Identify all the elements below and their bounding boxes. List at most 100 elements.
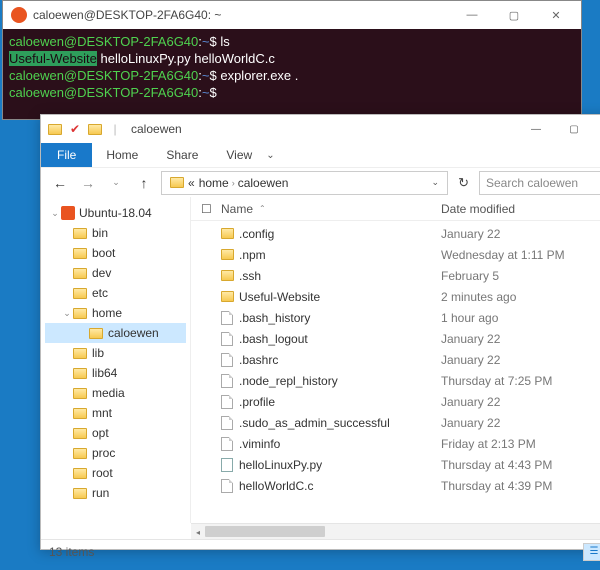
nav-history-button[interactable]: ⌄ — [105, 172, 127, 194]
qat-folder-icon[interactable] — [87, 121, 103, 137]
address-bar[interactable]: « home › caloewen ⌄ — [161, 171, 448, 195]
ribbon-home-tab[interactable]: Home — [92, 144, 152, 166]
file-row[interactable]: .bash_logoutJanuary 22 — [191, 328, 600, 349]
ribbon-view-tab[interactable]: View — [212, 144, 266, 166]
refresh-button[interactable]: ↻ — [454, 175, 473, 191]
explorer-title: caloewen — [131, 122, 182, 136]
file-icon — [221, 353, 233, 367]
ribbon: File Home Share View ⌄ ? — [41, 143, 600, 167]
file-row[interactable]: helloLinuxPy.pyThursday at 4:43 PM — [191, 454, 600, 475]
folder-icon — [73, 288, 87, 299]
tree-item-bin[interactable]: bin — [45, 223, 186, 243]
file-date: Thursday at 7:25 PM — [441, 374, 600, 388]
explorer-window: ✔ | caloewen — ▢ ✕ File Home Share View … — [40, 114, 600, 550]
close-button[interactable]: ✕ — [539, 5, 573, 25]
tree-item-dev[interactable]: dev — [45, 263, 186, 283]
file-icon — [221, 416, 233, 430]
maximize-button[interactable]: ▢ — [497, 5, 531, 25]
file-pane: ☐ Name⌃ Date modified .configJanuary 22.… — [191, 197, 600, 523]
file-date: Friday at 2:13 PM — [441, 437, 600, 451]
breadcrumb-root[interactable]: « — [188, 176, 195, 190]
app-icon — [47, 121, 63, 137]
column-name[interactable]: Name — [221, 202, 253, 216]
folder-icon — [89, 328, 103, 339]
chevron-down-icon[interactable]: ⌄ — [49, 208, 61, 219]
details-view-button[interactable]: ☰ — [583, 543, 600, 561]
ribbon-share-tab[interactable]: Share — [152, 144, 212, 166]
tree-item-root[interactable]: root — [45, 463, 186, 483]
close-button[interactable]: ✕ — [593, 116, 600, 142]
file-row[interactable]: .configJanuary 22 — [191, 223, 600, 244]
file-row[interactable]: helloWorldC.cThursday at 4:39 PM — [191, 475, 600, 496]
breadcrumb-seg[interactable]: home — [199, 176, 229, 190]
folder-icon — [73, 388, 87, 399]
address-bar-row: ← → ⌄ ↑ « home › caloewen ⌄ ↻ Search cal… — [41, 167, 600, 197]
tree-item-mnt[interactable]: mnt — [45, 403, 186, 423]
file-row[interactable]: .bashrcJanuary 22 — [191, 349, 600, 370]
folder-icon — [221, 228, 234, 239]
file-icon — [221, 437, 233, 451]
folder-icon — [73, 248, 87, 259]
file-name: helloLinuxPy.py — [239, 458, 441, 472]
file-icon — [221, 332, 233, 346]
file-row[interactable]: .viminfoFriday at 2:13 PM — [191, 433, 600, 454]
file-row[interactable]: .sudo_as_admin_successfulJanuary 22 — [191, 412, 600, 433]
terminal-titlebar[interactable]: caloewen@DESKTOP-2FA6G40: ~ — ▢ ✕ — [3, 1, 581, 29]
column-headers[interactable]: ☐ Name⌃ Date modified — [191, 197, 600, 221]
file-date: January 22 — [441, 353, 600, 367]
file-name: .bash_logout — [239, 332, 441, 346]
maximize-button[interactable]: ▢ — [555, 116, 593, 142]
file-row[interactable]: .profileJanuary 22 — [191, 391, 600, 412]
folder-icon — [73, 448, 87, 459]
file-date: Thursday at 4:43 PM — [441, 458, 600, 472]
file-name: .npm — [239, 248, 441, 262]
minimize-button[interactable]: — — [455, 5, 489, 25]
terminal-body[interactable]: caloewen@DESKTOP-2FA6G40:~$ ls Useful-We… — [3, 29, 581, 119]
file-date: January 22 — [441, 395, 600, 409]
qat-check-icon[interactable]: ✔ — [67, 121, 83, 137]
item-count: 13 items — [49, 545, 94, 559]
chevron-down-icon[interactable]: ⌄ — [61, 308, 73, 319]
explorer-titlebar[interactable]: ✔ | caloewen — ▢ ✕ — [41, 115, 600, 143]
folder-icon — [221, 291, 234, 302]
file-name: .ssh — [239, 269, 441, 283]
status-bar: 13 items ☰ ▦ — [41, 539, 600, 563]
folder-icon — [73, 468, 87, 479]
breadcrumb-seg[interactable]: caloewen — [238, 176, 289, 190]
tree-item-lib64[interactable]: lib64 — [45, 363, 186, 383]
search-input[interactable]: Search caloewen — [479, 171, 600, 195]
nav-tree[interactable]: ⌄ Ubuntu-18.04 binbootdevetc⌄homecaloewe… — [41, 197, 191, 523]
horizontal-scrollbar[interactable]: ◂ ▸ — [191, 523, 600, 539]
scrollbar-thumb[interactable] — [205, 526, 325, 537]
file-row[interactable]: .sshFebruary 5 — [191, 265, 600, 286]
file-row[interactable]: .bash_history1 hour ago — [191, 307, 600, 328]
column-date[interactable]: Date modified — [441, 202, 600, 216]
scroll-left-button[interactable]: ◂ — [191, 524, 205, 540]
ubuntu-icon — [11, 7, 27, 23]
tree-item-home[interactable]: ⌄home — [45, 303, 186, 323]
folder-icon — [221, 270, 234, 281]
ribbon-file-tab[interactable]: File — [41, 143, 92, 167]
tree-item-boot[interactable]: boot — [45, 243, 186, 263]
file-row[interactable]: .npmWednesday at 1:11 PM — [191, 244, 600, 265]
tree-root[interactable]: ⌄ Ubuntu-18.04 — [45, 203, 186, 223]
nav-back-button[interactable]: ← — [49, 172, 71, 194]
tree-item-caloewen[interactable]: caloewen — [45, 323, 186, 343]
folder-icon — [73, 408, 87, 419]
file-row[interactable]: .node_repl_historyThursday at 7:25 PM — [191, 370, 600, 391]
ribbon-collapse-icon[interactable]: ⌄ — [266, 150, 274, 161]
nav-forward-button[interactable]: → — [77, 172, 99, 194]
file-date: January 22 — [441, 332, 600, 346]
tree-item-proc[interactable]: proc — [45, 443, 186, 463]
nav-up-button[interactable]: ↑ — [133, 172, 155, 194]
folder-icon — [73, 368, 87, 379]
tree-item-media[interactable]: media — [45, 383, 186, 403]
tree-item-run[interactable]: run — [45, 483, 186, 503]
tree-item-opt[interactable]: opt — [45, 423, 186, 443]
minimize-button[interactable]: — — [517, 116, 555, 142]
file-row[interactable]: Useful-Website2 minutes ago — [191, 286, 600, 307]
address-dropdown-icon[interactable]: ⌄ — [428, 177, 444, 188]
select-all-checkbox[interactable]: ☐ — [201, 202, 221, 216]
tree-item-lib[interactable]: lib — [45, 343, 186, 363]
tree-item-etc[interactable]: etc — [45, 283, 186, 303]
